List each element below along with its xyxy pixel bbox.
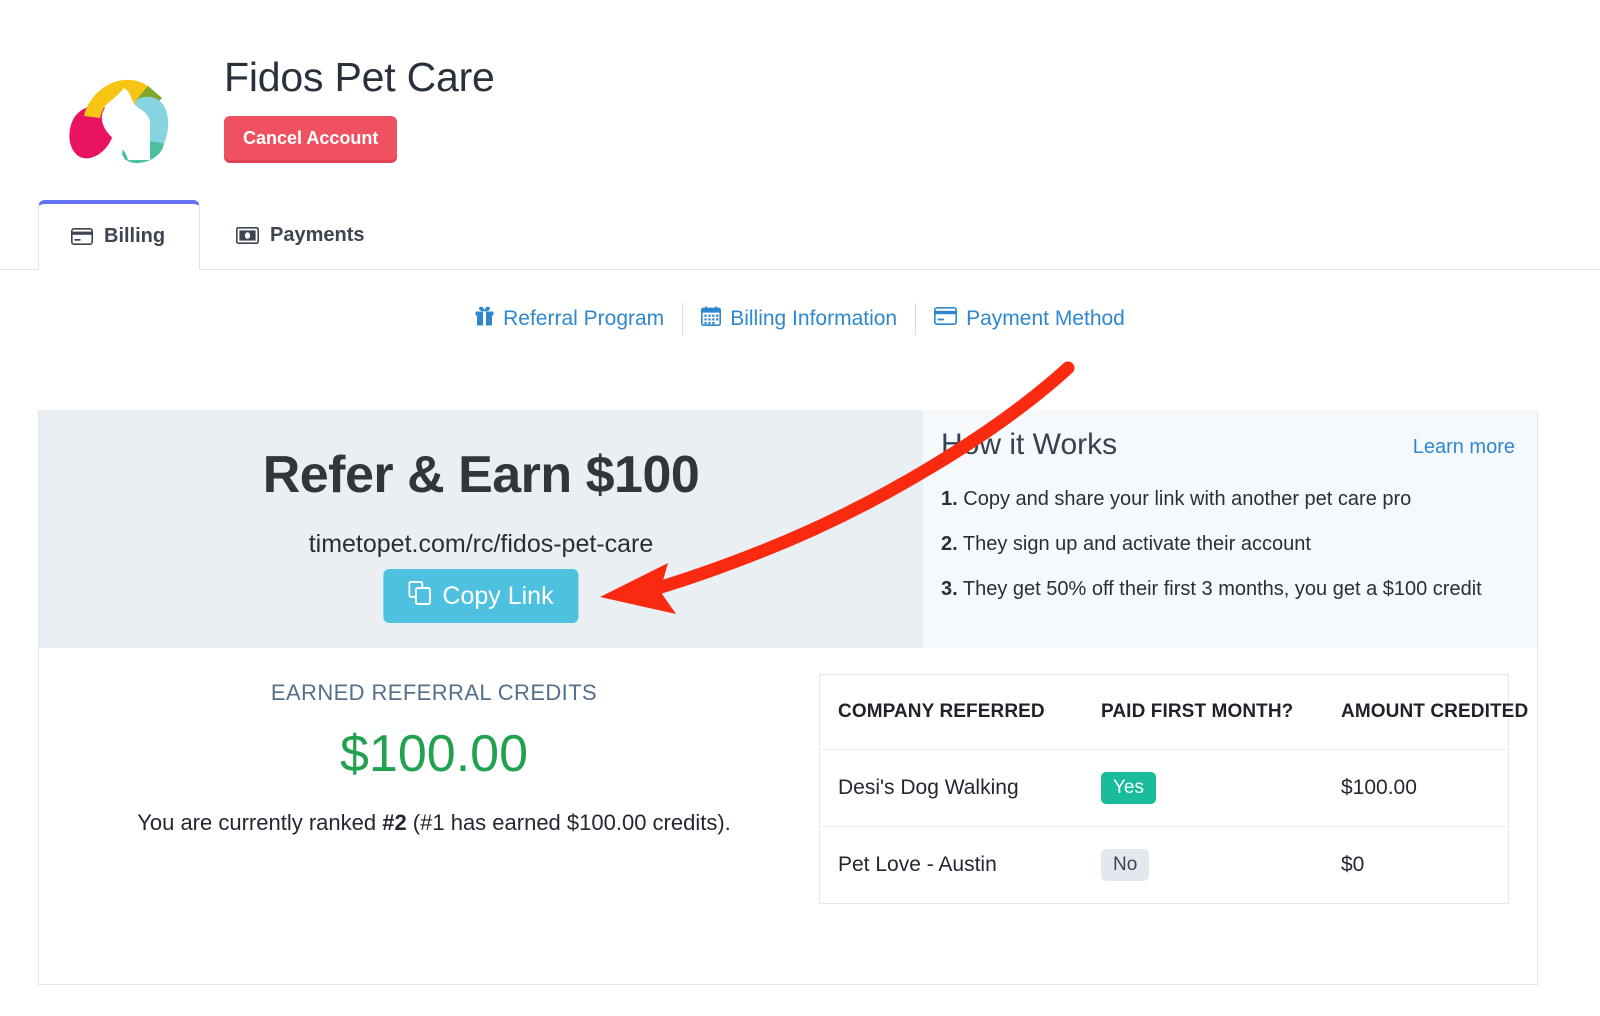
step-text: They get 50% off their first 3 months, y… — [962, 578, 1482, 600]
step-text: They sign up and activate their account — [962, 533, 1311, 555]
cell-company: Desi's Dog Walking — [820, 749, 1083, 827]
sub-navigation: Referral Program Billing Information Pay… — [0, 288, 1600, 350]
tab-payments[interactable]: Payments — [228, 200, 365, 270]
how-it-works-step: 2. They sign up and activate their accou… — [941, 533, 1523, 556]
referral-headline: Refer & Earn $100 — [262, 446, 700, 504]
credit-card-icon — [71, 228, 93, 245]
learn-more-link[interactable]: Learn more — [1413, 436, 1515, 459]
subnav-billing-information[interactable]: Billing Information — [683, 306, 915, 332]
step-number: 3. — [941, 578, 958, 600]
status-badge: Yes — [1101, 772, 1156, 804]
cell-amount: $100.00 — [1323, 749, 1508, 827]
referrals-table-container: COMPANY REFERRED PAID FIRST MONTH? AMOUN… — [819, 674, 1528, 904]
copy-link-label: Copy Link — [442, 581, 554, 610]
tab-billing[interactable]: Billing — [38, 200, 200, 270]
tab-billing-label: Billing — [104, 225, 166, 247]
how-it-works-step: 1. Copy and share your link with another… — [941, 488, 1523, 511]
tab-payments-label: Payments — [270, 223, 365, 246]
column-header-paid: PAID FIRST MONTH? — [1083, 675, 1323, 750]
step-number: 2. — [941, 533, 958, 555]
earned-credits-summary: EARNED REFERRAL CREDITS $100.00 You are … — [39, 680, 829, 836]
column-header-amount: AMOUNT CREDITED — [1323, 675, 1528, 750]
billing-content-card: Refer & Earn $100 timetopet.com/rc/fidos… — [38, 410, 1538, 985]
how-it-works-panel: How it Works Learn more 1. Copy and shar… — [923, 410, 1537, 648]
subnav-payment-method-label: Payment Method — [966, 307, 1125, 330]
table-row: Pet Love - Austin No $0 — [820, 827, 1508, 904]
table-row: Desi's Dog Walking Yes $100.00 — [820, 749, 1508, 827]
tab-strip: Billing Payments — [0, 200, 1600, 270]
subnav-referral-program[interactable]: Referral Program — [457, 306, 682, 332]
copy-icon — [408, 580, 431, 612]
step-text: Copy and share your link with another pe… — [963, 488, 1412, 510]
gift-icon — [475, 306, 494, 332]
status-badge: No — [1101, 849, 1150, 881]
rank-statement: You are currently ranked #2 (#1 has earn… — [39, 810, 829, 836]
copy-link-button[interactable]: Copy Link — [383, 569, 579, 623]
how-it-works-title: How it Works — [941, 428, 1118, 461]
rank-value: #2 — [382, 810, 407, 835]
referrals-table: COMPANY REFERRED PAID FIRST MONTH? AMOUN… — [820, 675, 1528, 904]
earned-credits-label: EARNED REFERRAL CREDITS — [270, 680, 598, 705]
how-it-works-steps: 1. Copy and share your link with another… — [941, 488, 1523, 623]
page-title: Fidos Pet Care — [224, 54, 495, 100]
subnav-payment-method[interactable]: Payment Method — [916, 307, 1143, 331]
cell-amount: $0 — [1341, 853, 1365, 876]
rank-prefix: You are currently ranked — [137, 810, 383, 835]
referral-promo-panel: Refer & Earn $100 timetopet.com/rc/fidos… — [39, 410, 923, 648]
page-header: Fidos Pet Care Cancel Account — [0, 0, 1600, 200]
cell-paid: No — [1083, 827, 1323, 904]
earned-credits-amount: $100.00 — [340, 725, 528, 783]
referral-url: timetopet.com/rc/fidos-pet-care — [308, 530, 654, 558]
table-header-row: COMPANY REFERRED PAID FIRST MONTH? AMOUN… — [820, 675, 1528, 750]
cancel-account-button[interactable]: Cancel Account — [224, 116, 398, 160]
how-it-works-step: 3. They get 50% off their first 3 months… — [941, 578, 1523, 601]
pet-care-arc-logo — [62, 70, 174, 170]
cell-company: Pet Love - Austin — [838, 853, 997, 876]
calendar-icon — [701, 306, 722, 332]
rank-suffix: (#1 has earned $100.00 credits). — [406, 810, 731, 835]
subnav-billing-information-label: Billing Information — [730, 307, 898, 330]
column-header-company: COMPANY REFERRED — [820, 675, 1083, 750]
credit-card-icon — [934, 307, 958, 331]
cell-paid: Yes — [1083, 749, 1323, 827]
referral-banner: Refer & Earn $100 timetopet.com/rc/fidos… — [39, 410, 1537, 648]
banknote-icon — [236, 226, 259, 244]
step-number: 1. — [941, 488, 958, 510]
subnav-referral-program-label: Referral Program — [503, 307, 665, 330]
